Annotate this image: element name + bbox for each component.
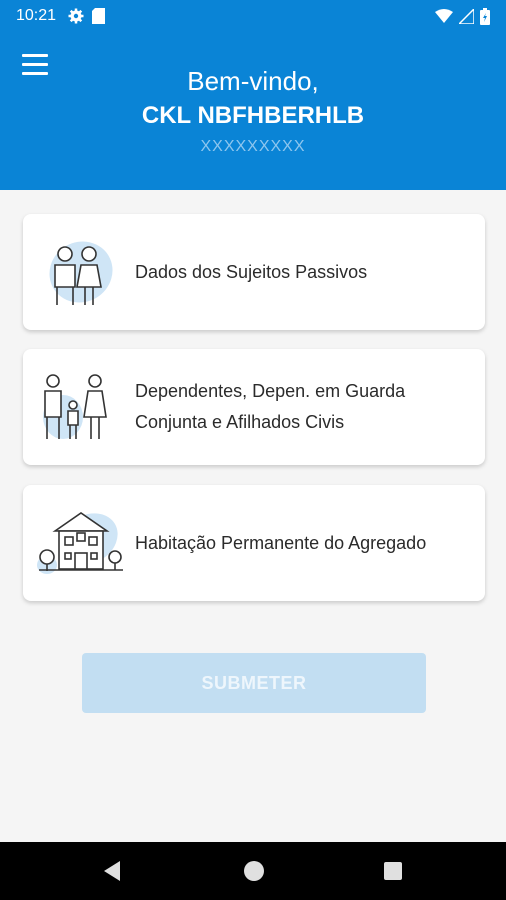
- card-label: Dados dos Sujeitos Passivos: [135, 261, 368, 282]
- welcome-text: Bem-vindo,: [187, 66, 319, 96]
- signal-icon: [459, 8, 474, 24]
- card-label: Habitação Permanente do Agregado: [135, 532, 427, 553]
- card-label: Dependentes, Depen. em Guarda Conjunta e…: [135, 376, 423, 438]
- card-label-line2: Conjunta e Afilhados Civis: [135, 412, 345, 432]
- status-time: 10:21: [16, 7, 57, 24]
- recent-apps-icon[interactable]: [384, 862, 402, 880]
- back-icon[interactable]: [104, 861, 120, 881]
- status-bar: 10:21: [0, 0, 506, 32]
- battery-icon: [480, 7, 490, 25]
- card-dependentes[interactable]: Dependentes, Depen. em Guarda Conjunta e…: [23, 349, 485, 465]
- navigation-bar: [0, 842, 506, 900]
- family-icon: [23, 349, 135, 465]
- couple-icon: [23, 214, 135, 330]
- wifi-icon: [435, 9, 453, 23]
- card-label-line1: Dependentes, Depen. em Guarda: [135, 381, 406, 401]
- house-icon: [23, 485, 135, 601]
- home-icon[interactable]: [244, 861, 264, 881]
- submit-button[interactable]: SUBMETER: [82, 653, 426, 713]
- header: Bem-vindo, CKL NBFHBERHLB XXXXXXXXX: [0, 32, 506, 190]
- sd-card-icon: [92, 8, 106, 24]
- card-dados-sujeitos-passivos[interactable]: Dados dos Sujeitos Passivos: [23, 214, 485, 330]
- gear-icon: [68, 8, 84, 24]
- card-habitacao-permanente[interactable]: Habitação Permanente do Agregado: [23, 485, 485, 601]
- user-name: CKL NBFHBERHLB: [141, 102, 365, 129]
- user-id: XXXXXXXXX: [200, 138, 306, 155]
